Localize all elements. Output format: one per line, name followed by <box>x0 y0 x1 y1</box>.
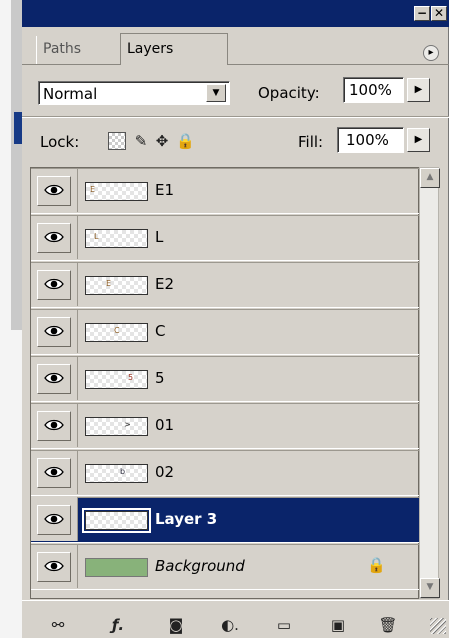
scroll-up-icon[interactable]: ▲ <box>420 168 440 188</box>
eye-visibility-icon[interactable] <box>37 364 71 394</box>
layer-row[interactable]: > 01 <box>31 403 420 449</box>
layer-thumbnail <box>82 508 151 533</box>
layer-name: E1 <box>155 181 175 199</box>
fill-field[interactable]: 100% <box>337 127 404 153</box>
layer-row[interactable]: L L <box>31 215 420 261</box>
fill-label: Fill: <box>298 133 324 151</box>
adjustment-layer-icon[interactable]: ◐. <box>218 616 242 634</box>
close-button[interactable]: ✕ <box>431 6 447 21</box>
layer-row-background[interactable]: Background 🔒 <box>31 544 420 590</box>
eye-visibility-icon[interactable] <box>37 458 71 488</box>
layer-name: 02 <box>155 463 175 481</box>
eye-visibility-icon[interactable] <box>37 176 71 206</box>
trash-icon[interactable]: 🗑 <box>376 616 400 634</box>
lock-transparency-icon[interactable] <box>108 132 126 150</box>
eye-visibility-icon[interactable] <box>37 505 71 535</box>
layer-thumbnail: L <box>85 229 148 248</box>
layer-thumbnail: b <box>85 464 148 483</box>
link-icon[interactable]: ⚯ <box>46 616 70 634</box>
lock-all-icon[interactable]: 🔒 <box>176 132 195 150</box>
eye-visibility-icon[interactable] <box>37 552 71 582</box>
layer-name: 5 <box>155 369 165 387</box>
tab-divider <box>22 64 449 65</box>
left-edge-strip <box>0 0 22 638</box>
resize-grip-icon[interactable] <box>430 618 446 634</box>
lock-position-move-icon[interactable]: ✥ <box>153 132 171 150</box>
layer-row[interactable]: b 02 <box>31 450 420 496</box>
layer-style-icon[interactable]: ƒ. <box>106 616 130 634</box>
layer-row-selected[interactable]: Layer 3 <box>31 497 420 543</box>
layer-name: E2 <box>155 275 175 293</box>
eye-visibility-icon[interactable] <box>37 411 71 441</box>
chevron-down-icon[interactable]: ▼ <box>206 84 226 102</box>
new-layer-icon[interactable]: ▣ <box>326 616 350 634</box>
layer-thumbnail <box>85 558 148 577</box>
lock-label: Lock: <box>40 133 80 151</box>
layer-thumbnail: E <box>85 276 148 295</box>
layer-thumbnail: C <box>85 323 148 342</box>
layer-row[interactable]: 5 5 <box>31 356 420 402</box>
layer-row[interactable]: C C <box>31 309 420 355</box>
tab-paths[interactable]: Paths <box>36 36 121 64</box>
layer-row[interactable]: E E2 <box>31 262 420 308</box>
scroll-down-icon[interactable]: ▼ <box>420 578 440 598</box>
blend-mode-select[interactable]: Normal <box>38 81 230 105</box>
eye-visibility-icon[interactable] <box>37 270 71 300</box>
folder-icon[interactable]: ▭ <box>272 616 296 634</box>
layer-name: 01 <box>155 416 175 434</box>
layer-name: L <box>155 228 164 246</box>
layer-name: Background <box>155 557 245 575</box>
lock-pixels-brush-icon[interactable]: ✎ <box>132 132 150 150</box>
layer-thumbnail: > <box>85 417 148 436</box>
layer-thumbnail: E <box>85 182 148 201</box>
opacity-label: Opacity: <box>258 84 320 102</box>
layer-name: Layer 3 <box>155 510 218 528</box>
scrollbar[interactable]: ▲ ▼ <box>419 167 440 599</box>
layers-list: E E1 L L E E2 C C 5 5 > 01 b 02 Layer 3 … <box>30 167 420 599</box>
panel-menu-icon[interactable]: ▸ <box>423 45 439 61</box>
layer-thumbnail: 5 <box>85 370 148 389</box>
fill-slider-arrow-icon[interactable]: ▶ <box>407 128 430 152</box>
layer-row[interactable]: E E1 <box>31 168 420 214</box>
minimize-button[interactable]: − <box>414 6 430 21</box>
opacity-field[interactable]: 100% <box>343 77 404 103</box>
tab-layers[interactable]: Layers <box>120 33 228 65</box>
lock-icon: 🔒 <box>367 556 386 574</box>
layer-name: C <box>155 322 166 340</box>
divider <box>22 116 449 118</box>
opacity-slider-arrow-icon[interactable]: ▶ <box>407 78 430 102</box>
panel-title-bar[interactable]: − ✕ <box>22 0 449 27</box>
eye-visibility-icon[interactable] <box>37 317 71 347</box>
eye-visibility-icon[interactable] <box>37 223 71 253</box>
mask-icon[interactable]: ◙ <box>164 616 188 634</box>
